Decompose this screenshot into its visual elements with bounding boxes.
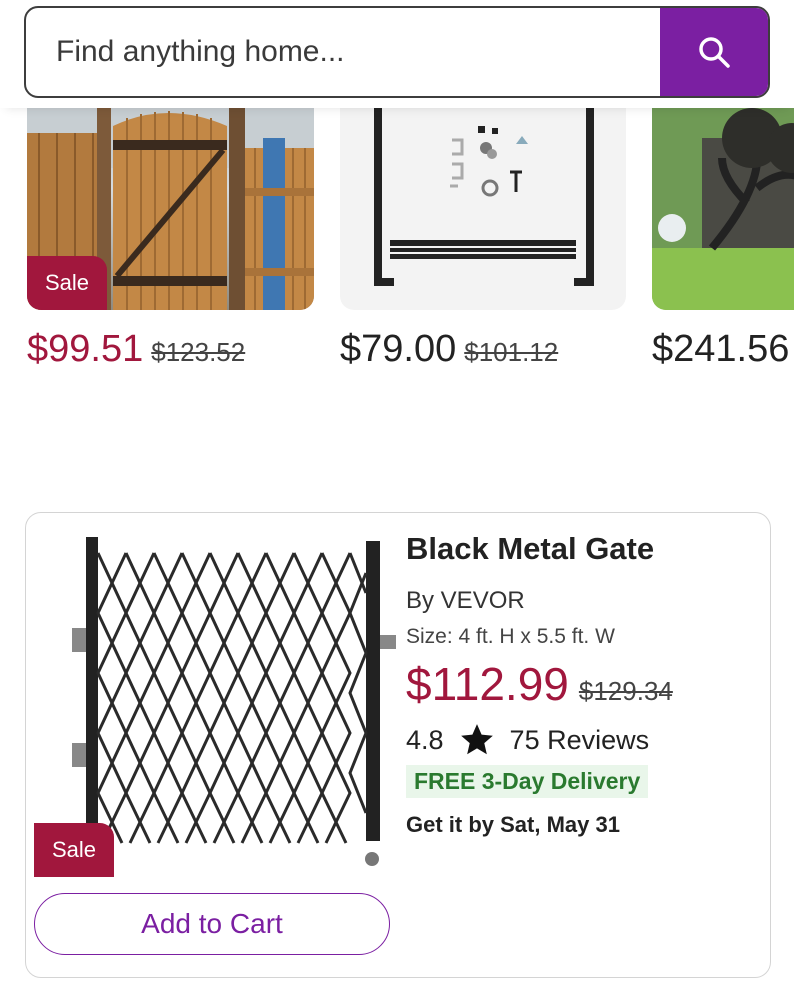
product-brand[interactable]: By VEVOR	[406, 587, 746, 615]
product-title[interactable]: Black Metal Gate	[406, 531, 746, 567]
sale-badge: Sale	[34, 823, 114, 877]
carousel-item-price-row: $79.00 $101.12	[340, 328, 558, 371]
product-card[interactable]: Sale Black Metal Gate By VEVOR Size: 4 f…	[25, 512, 771, 978]
original-price: $129.34	[578, 676, 673, 706]
rating-row[interactable]: 4.8 75 Reviews	[406, 721, 746, 759]
carousel-item-price-row: $241.56	[652, 328, 789, 371]
sale-badge: Sale	[27, 256, 107, 310]
original-price: $123.52	[151, 337, 246, 367]
search-header	[0, 0, 794, 108]
search-bar	[24, 6, 770, 98]
delivery-badge: FREE 3-Day Delivery	[406, 765, 649, 798]
sale-price: $99.51	[27, 328, 144, 370]
sale-price: $112.99	[406, 658, 569, 710]
tree-gate-image	[652, 108, 794, 310]
gate-frame-kit-image	[374, 108, 594, 286]
carousel-item-image[interactable]	[340, 108, 626, 310]
search-icon	[699, 37, 730, 68]
product-size: Size: 4 ft. H x 5.5 ft. W	[406, 625, 615, 648]
star-icon	[460, 724, 493, 755]
rating-value: 4.8	[406, 724, 444, 755]
product-info: Black Metal Gate By VEVOR Size: 4 ft. H …	[406, 525, 746, 838]
product-price-row: $112.99 $129.34	[406, 657, 746, 711]
carousel-item-image[interactable]	[652, 108, 794, 310]
review-count[interactable]: 75 Reviews	[510, 725, 650, 756]
metal-gate-image	[72, 537, 396, 866]
original-price: $101.12	[464, 337, 559, 367]
price: $79.00	[340, 328, 457, 370]
carousel-item-price-row: $99.51 $123.52	[27, 328, 245, 371]
arrival-date: Get it by Sat, May 31	[406, 812, 620, 837]
carousel-item-image[interactable]: Sale	[27, 108, 314, 310]
price: $241.56	[652, 328, 790, 370]
search-button[interactable]	[660, 8, 768, 96]
search-input[interactable]	[26, 8, 660, 96]
product-carousel: Sale $99.51 $123.52 $79.00 $101.12 $241.…	[0, 108, 794, 378]
add-to-cart-button[interactable]: Add to Cart	[34, 893, 390, 955]
